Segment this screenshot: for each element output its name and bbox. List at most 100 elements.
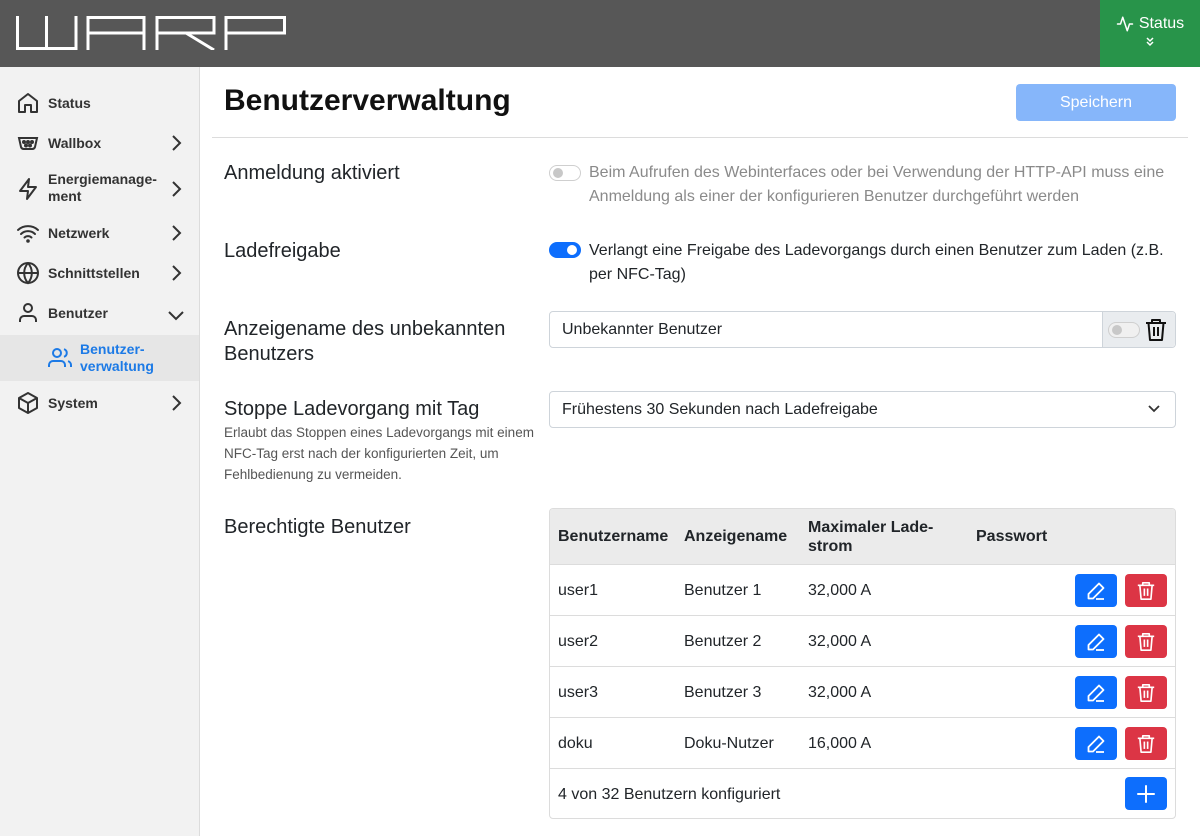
unknown-user-toggle[interactable]	[1108, 322, 1140, 338]
chevron-down-icon	[1148, 405, 1160, 413]
sidebar-item-label: Benutzer- verwaltung	[80, 341, 154, 374]
sidebar-item-wallbox[interactable]: Wallbox	[0, 127, 199, 159]
display-name-cell: Benutzer 1	[684, 582, 762, 599]
delete-user-button[interactable]	[1125, 727, 1167, 760]
trash-icon	[1137, 683, 1155, 702]
sidebar-item-label: Benutzer	[48, 305, 108, 321]
plus-icon	[1137, 784, 1155, 803]
page-title: Benutzerverwaltung	[224, 84, 511, 117]
chevron-right-icon	[172, 135, 182, 151]
table-row: user3 Benutzer 3 32,000 A	[550, 667, 1175, 718]
sidebar-item-schnittstellen[interactable]: Schnittstellen	[0, 257, 199, 289]
status-button[interactable]: Status	[1100, 0, 1200, 67]
home-icon	[16, 91, 40, 115]
stop-by-tag-selected: Frühestens 30 Sekunden nach Ladefreigabe	[562, 401, 878, 418]
login-description: Beim Aufrufen des Webinterfaces oder bei…	[589, 164, 1165, 205]
login-label: Anmeldung aktiviert	[224, 162, 400, 184]
save-button[interactable]: Speichern	[1016, 84, 1176, 121]
trash-icon	[1137, 581, 1155, 600]
max-current-cell: 32,000 A	[808, 633, 872, 650]
pencil-icon	[1087, 684, 1105, 702]
sidebar-item-status[interactable]: Status	[0, 87, 199, 119]
users-table: Benutzername Anzeigename Maximaler Lade-…	[549, 508, 1176, 819]
sidebar-item-label: Schnittstellen	[48, 265, 140, 281]
table-header: Benutzername Anzeigename Maximaler Lade-…	[550, 509, 1175, 565]
chevrons-down-icon	[1146, 37, 1154, 47]
users-icon	[48, 346, 72, 370]
lightning-icon	[16, 177, 40, 201]
chevron-right-icon	[172, 265, 182, 281]
username-cell: user3	[558, 684, 599, 701]
charge-release-label: Ladefreigabe	[224, 240, 341, 262]
username-cell: doku	[558, 735, 593, 752]
edit-user-button[interactable]	[1075, 676, 1117, 709]
chevron-right-icon	[172, 225, 182, 241]
chevron-right-icon	[172, 395, 182, 411]
sidebar: Status Wallbox Energiemanage- ment Netzw…	[0, 67, 200, 836]
chevron-right-icon	[172, 181, 182, 197]
stop-by-tag-help: Erlaubt das Stoppen eines Ladevorgangs m…	[224, 425, 534, 482]
column-header: Maximaler Lade- strom	[808, 519, 934, 555]
table-footer: 4 von 32 Benutzern konfiguriert	[550, 769, 1175, 818]
login-toggle[interactable]	[549, 165, 581, 181]
delete-user-button[interactable]	[1125, 574, 1167, 607]
add-user-button[interactable]	[1125, 777, 1167, 810]
sidebar-item-benutzerverwaltung[interactable]: Benutzer- verwaltung	[0, 335, 199, 381]
edit-user-button[interactable]	[1075, 625, 1117, 658]
activity-icon	[1116, 16, 1134, 32]
stop-by-tag-label: Stoppe Ladevorgang mit Tag	[224, 398, 480, 420]
display-name-cell: Benutzer 3	[684, 684, 762, 701]
user-icon	[16, 301, 40, 325]
sidebar-item-label: Energiemanage- ment	[48, 171, 157, 204]
users-label: Berechtigte Benutzer	[224, 516, 411, 538]
edit-user-button[interactable]	[1075, 727, 1117, 760]
pencil-icon	[1087, 633, 1105, 651]
globe-icon	[16, 261, 40, 285]
display-name-cell: Benutzer 2	[684, 633, 762, 650]
trash-icon	[1137, 632, 1155, 651]
input-addon	[1102, 312, 1175, 347]
status-button-label: Status	[1138, 15, 1185, 32]
sidebar-item-label: Netzwerk	[48, 225, 110, 241]
column-header: Benutzername	[558, 528, 669, 545]
sidebar-item-label: Wallbox	[48, 135, 102, 151]
trash-icon	[1137, 734, 1155, 753]
table-row: doku Doku-Nutzer 16,000 A	[550, 718, 1175, 769]
sidebar-item-system[interactable]: System	[0, 387, 199, 419]
pencil-icon	[1087, 582, 1105, 600]
stop-by-tag-select[interactable]: Frühestens 30 Sekunden nach Ladefreigabe	[549, 391, 1176, 428]
table-row: user1 Benutzer 1 32,000 A	[550, 565, 1175, 616]
delete-user-button[interactable]	[1125, 676, 1167, 709]
edit-user-button[interactable]	[1075, 574, 1117, 607]
box-icon	[16, 391, 40, 415]
sidebar-item-netzwerk[interactable]: Netzwerk	[0, 217, 199, 249]
max-current-cell: 16,000 A	[808, 735, 872, 752]
sidebar-item-label: System	[48, 395, 98, 411]
divider	[212, 137, 1188, 138]
username-cell: user1	[558, 582, 599, 599]
sidebar-item-benutzer[interactable]: Benutzer	[0, 297, 199, 329]
delete-user-button[interactable]	[1125, 625, 1167, 658]
unknown-user-input[interactable]	[550, 312, 1102, 347]
unknown-user-label: Anzeigename des unbekannten Benutzers	[224, 318, 506, 365]
warp-logo[interactable]	[16, 16, 286, 55]
wifi-icon	[16, 221, 40, 245]
users-count: 4 von 32 Benutzern konfiguriert	[558, 786, 781, 803]
max-current-cell: 32,000 A	[808, 582, 872, 599]
charge-release-toggle[interactable]	[549, 242, 581, 258]
plug-icon	[16, 131, 40, 155]
table-row: user2 Benutzer 2 32,000 A	[550, 616, 1175, 667]
column-header: Anzeigename	[684, 528, 788, 545]
top-bar: Status	[0, 0, 1200, 67]
charge-release-description: Verlangt eine Freigabe des Ladevorgangs …	[589, 242, 1164, 283]
display-name-cell: Doku-Nutzer	[684, 735, 774, 752]
trash-icon[interactable]	[1145, 318, 1167, 342]
sidebar-item-label: Status	[48, 95, 91, 111]
pencil-icon	[1087, 735, 1105, 753]
max-current-cell: 32,000 A	[808, 684, 872, 701]
chevron-down-icon	[168, 311, 184, 321]
sidebar-item-energiemanagement[interactable]: Energiemanage- ment	[0, 167, 199, 211]
username-cell: user2	[558, 633, 599, 650]
column-header: Passwort	[976, 528, 1048, 545]
unknown-user-input-group	[549, 311, 1176, 348]
